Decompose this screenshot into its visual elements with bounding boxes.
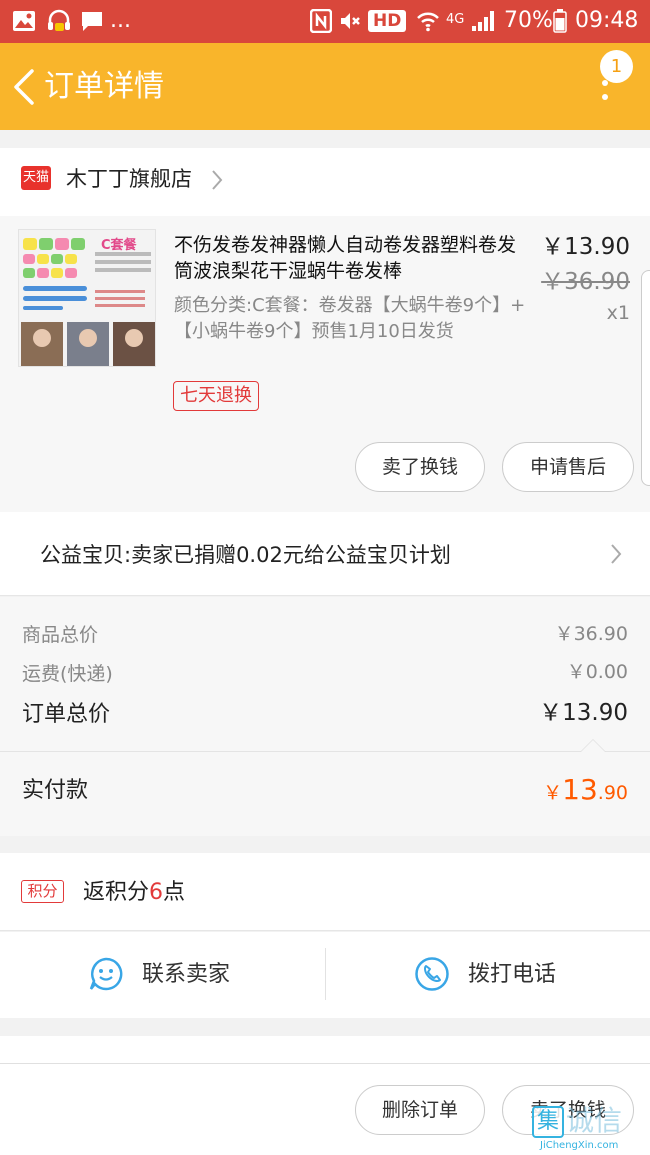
page-title: 订单详情: [44, 69, 164, 104]
goods-total-value: ￥36.90: [554, 623, 628, 645]
chevron-right-icon: [607, 541, 625, 567]
shop-name[interactable]: 木丁丁旗舰店: [66, 165, 192, 193]
thumb-label: C套餐: [101, 238, 137, 253]
tmall-badge: 天猫: [21, 166, 51, 190]
watermark-logo: 集: [532, 1106, 564, 1138]
phone-icon[interactable]: [414, 956, 450, 992]
watermark-text: 诚信: [566, 1104, 623, 1137]
return-policy-tag: 七天退换: [173, 381, 259, 411]
call-phone-button[interactable]: 拨打电话: [468, 960, 556, 990]
clock: 09:48: [575, 8, 639, 33]
shipping-value: ￥0.00: [566, 661, 628, 683]
back-button[interactable]: [10, 67, 40, 107]
network-type: 4G: [446, 11, 465, 27]
paid-integer: 13: [562, 773, 598, 806]
points-prefix: 返积分: [83, 880, 150, 905]
order-total-value: ￥13.90: [539, 700, 628, 726]
product-original-price: ￥36.90: [541, 269, 630, 295]
signal-icon: [470, 9, 496, 33]
goods-total-label: 商品总价: [22, 624, 99, 646]
delete-order-button[interactable]: 删除订单: [355, 1085, 485, 1135]
shipping-label: 运费(快递): [22, 663, 113, 685]
after-sales-button[interactable]: 申请售后: [502, 442, 634, 492]
product-quantity: x1: [606, 302, 630, 324]
side-panel-edge[interactable]: [641, 270, 650, 486]
gallery-icon: [12, 9, 36, 33]
divider: [325, 948, 326, 1000]
status-bar: ... HD 4G 70% 09:48: [0, 0, 650, 43]
charity-text[interactable]: 公益宝贝:卖家已捐赠0.02元给公益宝贝计划: [40, 540, 451, 570]
app-header: 订单详情: [0, 43, 650, 130]
contact-seller-button[interactable]: 联系卖家: [142, 960, 230, 990]
pointer-notch-fill: [581, 740, 605, 752]
paid-decimal: .90: [597, 782, 628, 804]
product-thumbnail[interactable]: C套餐: [18, 229, 156, 367]
order-total-label: 订单总价: [22, 702, 111, 727]
product-title[interactable]: 不伤发卷发神器懒人自动卷发器塑料卷发筒波浪梨花干湿蜗牛卷发棒: [174, 232, 529, 284]
battery-icon: [553, 9, 567, 33]
chevron-right-icon: [208, 167, 226, 193]
paid-amount: ￥13.90: [543, 772, 628, 812]
headset-icon: [46, 9, 72, 33]
next-section: [0, 1036, 650, 1066]
product-spec: 颜色分类:C套餐：卷发器【大蜗牛卷9个】+【小蜗牛卷9个】预售1月10日发货: [174, 295, 526, 342]
paid-currency: ￥: [543, 782, 563, 804]
watermark-url: JiChengXin.com: [540, 1140, 619, 1151]
notification-more: ...: [110, 8, 131, 33]
points-suffix: 点: [163, 880, 186, 905]
points-badge: 积分: [21, 880, 64, 903]
product-price: ￥13.90: [541, 234, 630, 260]
nfc-icon: [310, 9, 332, 33]
battery-percent: 70%: [504, 8, 553, 33]
notification-badge: 1: [600, 50, 633, 83]
hd-badge: HD: [368, 9, 407, 33]
mute-icon: [338, 9, 362, 33]
chat-bubble-icon[interactable]: [88, 956, 124, 992]
points-number: 6: [149, 880, 164, 905]
sell-item-button[interactable]: 卖了换钱: [355, 442, 485, 492]
message-icon: [80, 9, 104, 33]
points-text: 返积分6点: [83, 878, 185, 908]
wifi-icon: [416, 9, 440, 33]
paid-label: 实付款: [22, 778, 89, 803]
